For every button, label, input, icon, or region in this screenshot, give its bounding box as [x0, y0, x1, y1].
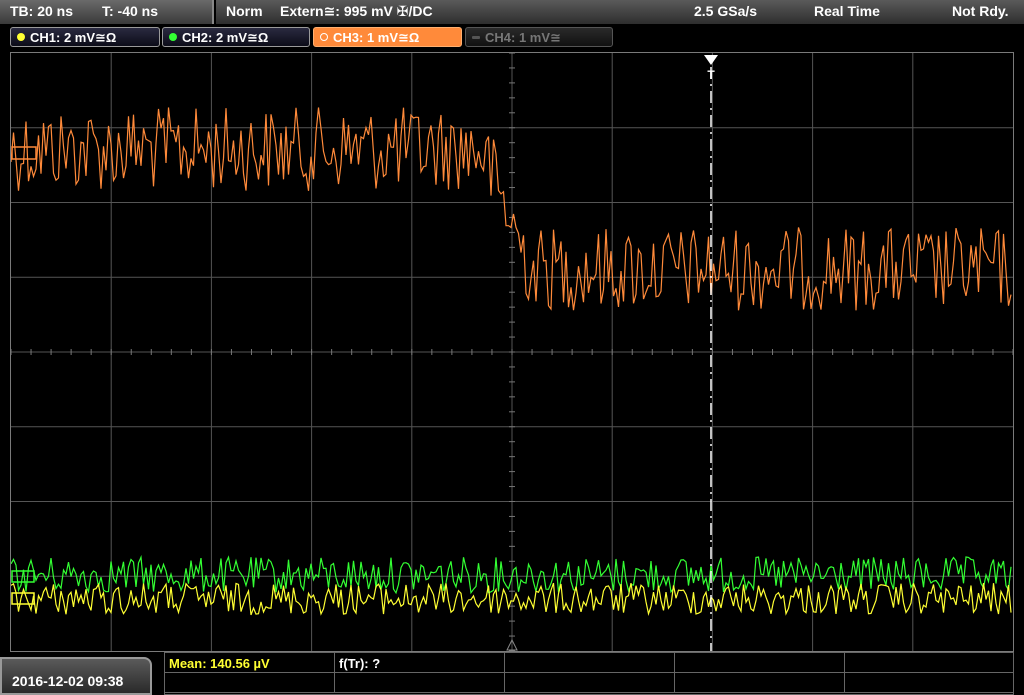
measurement-cell-10[interactable] — [845, 673, 1013, 693]
channel-4-button[interactable]: CH4: 1 mV≅ — [465, 27, 613, 47]
top-status-bar: TB: 20 ns T: -40 ns Norm Extern≅: 995 mV… — [0, 0, 1024, 25]
channel-bar: CH1: 2 mV≅Ω CH2: 2 mV≅Ω CH3: 1 mV≅Ω CH4:… — [0, 24, 1024, 50]
measurement-cell-2[interactable]: f(Tr): ? — [335, 653, 505, 673]
measurement-grid: Mean: 140.56 µV f(Tr): ? — [164, 652, 1014, 695]
measurement-cell-8[interactable] — [505, 673, 675, 693]
channel-1-marker-icon — [11, 592, 35, 605]
measurement-cell-5[interactable] — [845, 653, 1013, 673]
channel-3-trace — [11, 107, 1012, 311]
channel-2-dot-icon — [169, 33, 177, 41]
channel-4-label: CH4: 1 mV≅ — [485, 30, 561, 45]
channel-3-dot-icon — [320, 33, 328, 41]
channel-2-button[interactable]: CH2: 2 mV≅Ω — [162, 27, 310, 47]
timebase-value: TB: 20 ns — [10, 3, 74, 19]
trigger-mode: Norm — [226, 3, 263, 19]
timebase-panel[interactable]: TB: 20 ns T: -40 ns — [0, 0, 214, 24]
waveform-canvas: T — [11, 53, 1013, 651]
channel-1-button[interactable]: CH1: 2 mV≅Ω — [10, 27, 160, 47]
measurement-cell-4[interactable] — [675, 653, 845, 673]
channel-3-label: CH3: 1 mV≅Ω — [333, 30, 420, 45]
channel-4-dot-icon — [472, 36, 480, 39]
measurement-cell-1[interactable]: Mean: 140.56 µV — [165, 653, 335, 673]
sample-rate: 2.5 GSa/s — [694, 3, 758, 19]
trigger-offset-value: T: -40 ns — [102, 3, 159, 19]
channel-2-label: CH2: 2 mV≅Ω — [182, 30, 269, 45]
bottom-bar: 2016-12-02 09:38 Mean: 140.56 µV f(Tr): … — [0, 652, 1024, 695]
date-panel[interactable]: 2016-12-02 09:38 — [0, 657, 152, 695]
acquisition-status-bar[interactable]: Norm Extern≅: 995 mV ✠/DC 2.5 GSa/s Real… — [216, 0, 1024, 25]
waveform-display[interactable]: T — [10, 52, 1014, 652]
trigger-source: Extern≅: 995 mV ✠/DC — [280, 3, 433, 19]
date-time: 2016-12-02 09:38 — [12, 673, 124, 689]
measurement-rise-freq: f(Tr): ? — [339, 656, 381, 671]
channel-1-dot-icon — [17, 33, 25, 41]
channel-1-label: CH1: 2 mV≅Ω — [30, 30, 117, 45]
measurement-cell-6[interactable] — [165, 673, 335, 693]
measurement-cell-9[interactable] — [675, 673, 845, 693]
measurement-mean: Mean: 140.56 µV — [169, 656, 270, 671]
ready-state: Not Rdy. — [952, 3, 1009, 19]
acquisition-mode: Real Time — [814, 3, 880, 19]
trigger-marker-label: T — [707, 68, 715, 82]
channel-3-button[interactable]: CH3: 1 mV≅Ω — [313, 27, 462, 47]
trigger-arrow-icon — [704, 55, 718, 65]
measurement-cell-3[interactable] — [505, 653, 675, 673]
measurement-cell-7[interactable] — [335, 673, 505, 693]
